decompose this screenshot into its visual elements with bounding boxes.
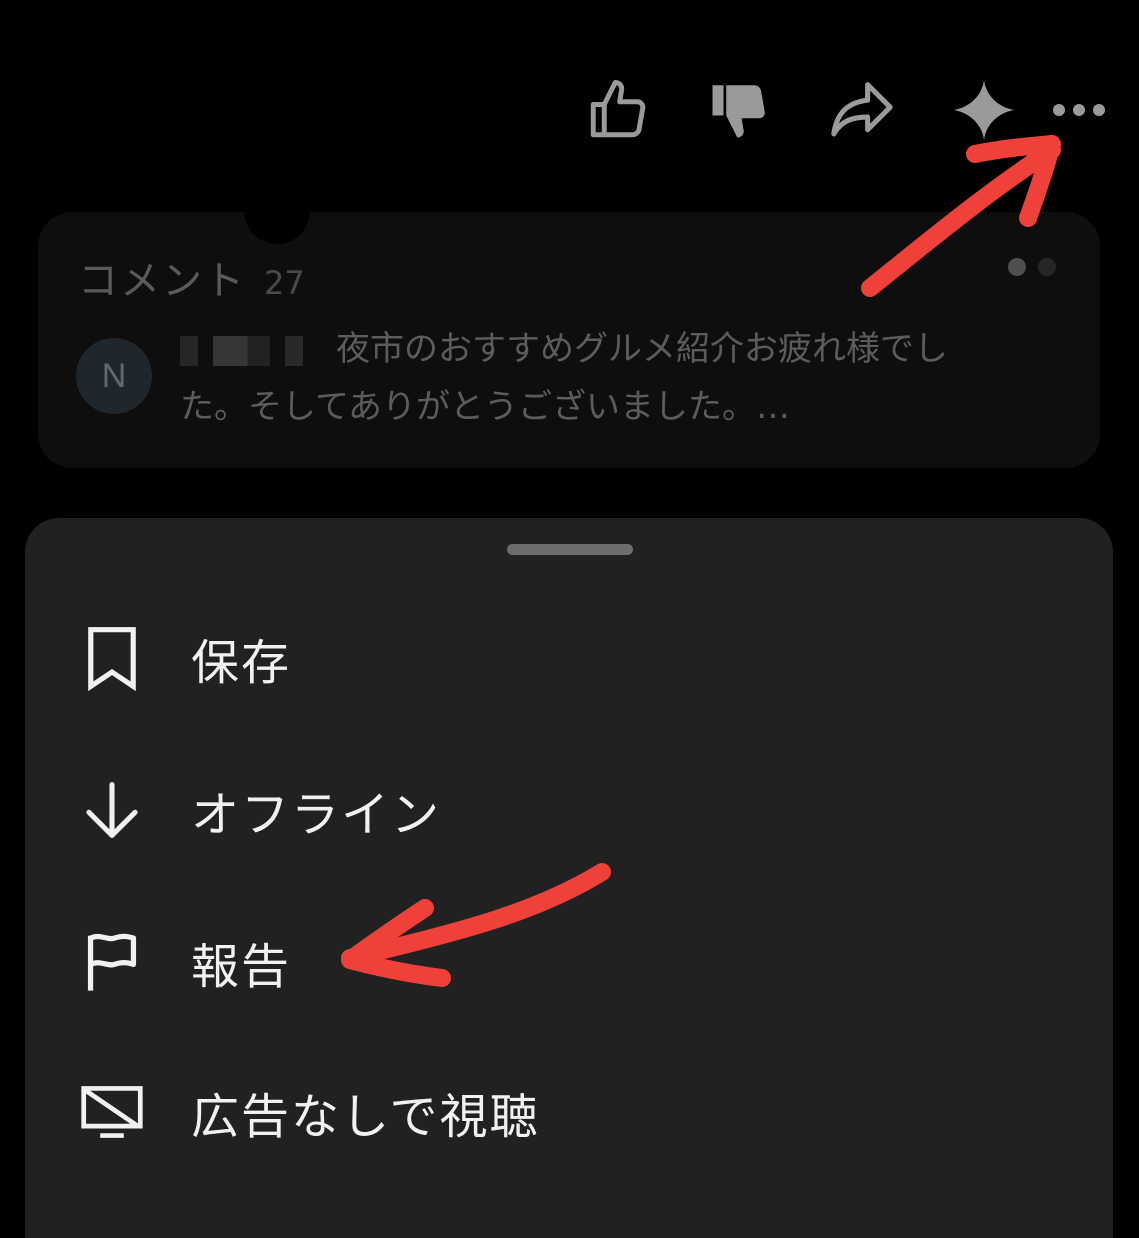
comment-preview: 夜市のおすすめグルメ紹介お疲れ様でし た。そしてありがとうございました。… xyxy=(180,320,1040,436)
like-button[interactable] xyxy=(573,70,663,150)
avatar: N xyxy=(76,338,152,414)
carousel-dot-active xyxy=(1008,258,1026,276)
menu-item-save[interactable]: 保存 xyxy=(25,598,1113,718)
share-icon xyxy=(831,82,893,137)
card-notch xyxy=(244,200,310,244)
menu-item-label: 広告なしで視聴 xyxy=(191,1089,540,1145)
comment-preview-line1: 夜市のおすすめグルメ紹介お疲れ様でし xyxy=(336,329,948,369)
menu-item-label: 報告 xyxy=(191,939,292,995)
drag-handle[interactable] xyxy=(507,544,633,555)
thumbs-up-icon xyxy=(590,80,646,138)
menu-item-premium[interactable]: 広告なしで視聴 xyxy=(25,1052,1113,1172)
more-horizontal-icon xyxy=(1053,104,1105,116)
more-options-sheet: 保存 オフライン 報告 広告なしで視聴 xyxy=(25,518,1113,1238)
share-button[interactable] xyxy=(817,70,907,150)
video-details-area: コメント 27 N 夜市のおすすめグルメ紹介お疲れ様でし た。そしてありがとうご… xyxy=(0,0,1139,520)
menu-item-offline[interactable]: オフライン xyxy=(25,750,1113,870)
sparkle-icon xyxy=(953,79,1015,141)
carousel-dots xyxy=(996,258,1056,276)
ask-button[interactable] xyxy=(939,70,1029,150)
download-icon xyxy=(77,775,147,845)
redacted-username xyxy=(180,335,330,366)
action-bar xyxy=(541,70,1109,150)
comments-header: コメント 27 xyxy=(78,248,305,306)
dislike-button[interactable] xyxy=(695,70,785,150)
menu-item-label: オフライン xyxy=(191,787,442,843)
thumbs-down-icon xyxy=(712,85,765,138)
bookmark-icon xyxy=(77,623,147,693)
comments-count: 27 xyxy=(264,264,305,302)
comments-title: コメント xyxy=(78,258,246,304)
comments-card[interactable]: コメント 27 N 夜市のおすすめグルメ紹介お疲れ様でし た。そしてありがとうご… xyxy=(38,200,1100,468)
menu-item-report[interactable]: 報告 xyxy=(25,902,1113,1022)
comment-preview-line2: た。そしてありがとうございました。… xyxy=(180,387,790,427)
menu-item-label: 保存 xyxy=(191,635,292,691)
flag-icon xyxy=(77,927,147,997)
more-button[interactable] xyxy=(1049,70,1109,150)
no-ads-icon xyxy=(77,1077,147,1147)
carousel-dot xyxy=(1038,258,1056,276)
